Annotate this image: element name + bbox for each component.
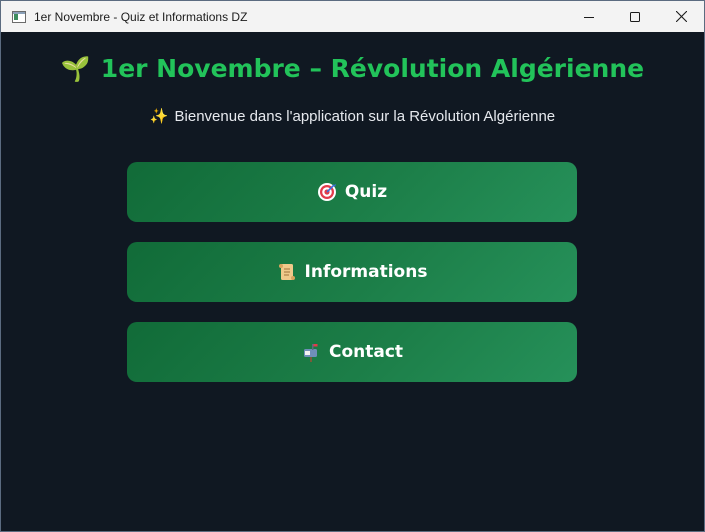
sparkles-icon: ✨ (149, 108, 169, 125)
window-title: 1er Novembre - Quiz et Informations DZ (34, 9, 248, 24)
quiz-button[interactable]: Quiz (127, 162, 577, 222)
page-title: 🌱 1er Novembre – Révolution Algérienne (1, 54, 704, 83)
quiz-button-label: Quiz (344, 182, 388, 202)
page-title-text: 1er Novembre – Révolution Algérienne (100, 54, 645, 83)
close-icon (675, 11, 687, 22)
informations-button-label: Informations (304, 262, 428, 282)
main-content: 🌱 1er Novembre – Révolution Algérienne ✨ B… (1, 32, 704, 531)
maximize-icon (630, 11, 640, 22)
contact-button-label: Contact (328, 342, 404, 362)
app-window: 1er Novembre - Quiz et Informations DZ 🌱… (0, 0, 705, 532)
mailbox-icon (301, 342, 321, 362)
contact-button[interactable]: Contact (127, 322, 577, 382)
seedling-icon: 🌱 (60, 55, 91, 83)
minimize-icon (584, 16, 594, 18)
welcome-subtitle: ✨ Bienvenue dans l'application sur la Rév… (1, 107, 704, 125)
close-button[interactable] (658, 1, 704, 32)
app-icon (12, 10, 26, 23)
scroll-icon (277, 262, 297, 282)
minimize-button[interactable] (566, 1, 612, 32)
title-bar[interactable]: 1er Novembre - Quiz et Informations DZ (1, 1, 704, 32)
window-controls (566, 1, 704, 32)
maximize-button[interactable] (612, 1, 658, 32)
target-icon (317, 182, 337, 202)
welcome-text: Bienvenue dans l'application sur la Révo… (174, 108, 556, 125)
informations-button[interactable]: Informations (127, 242, 577, 302)
